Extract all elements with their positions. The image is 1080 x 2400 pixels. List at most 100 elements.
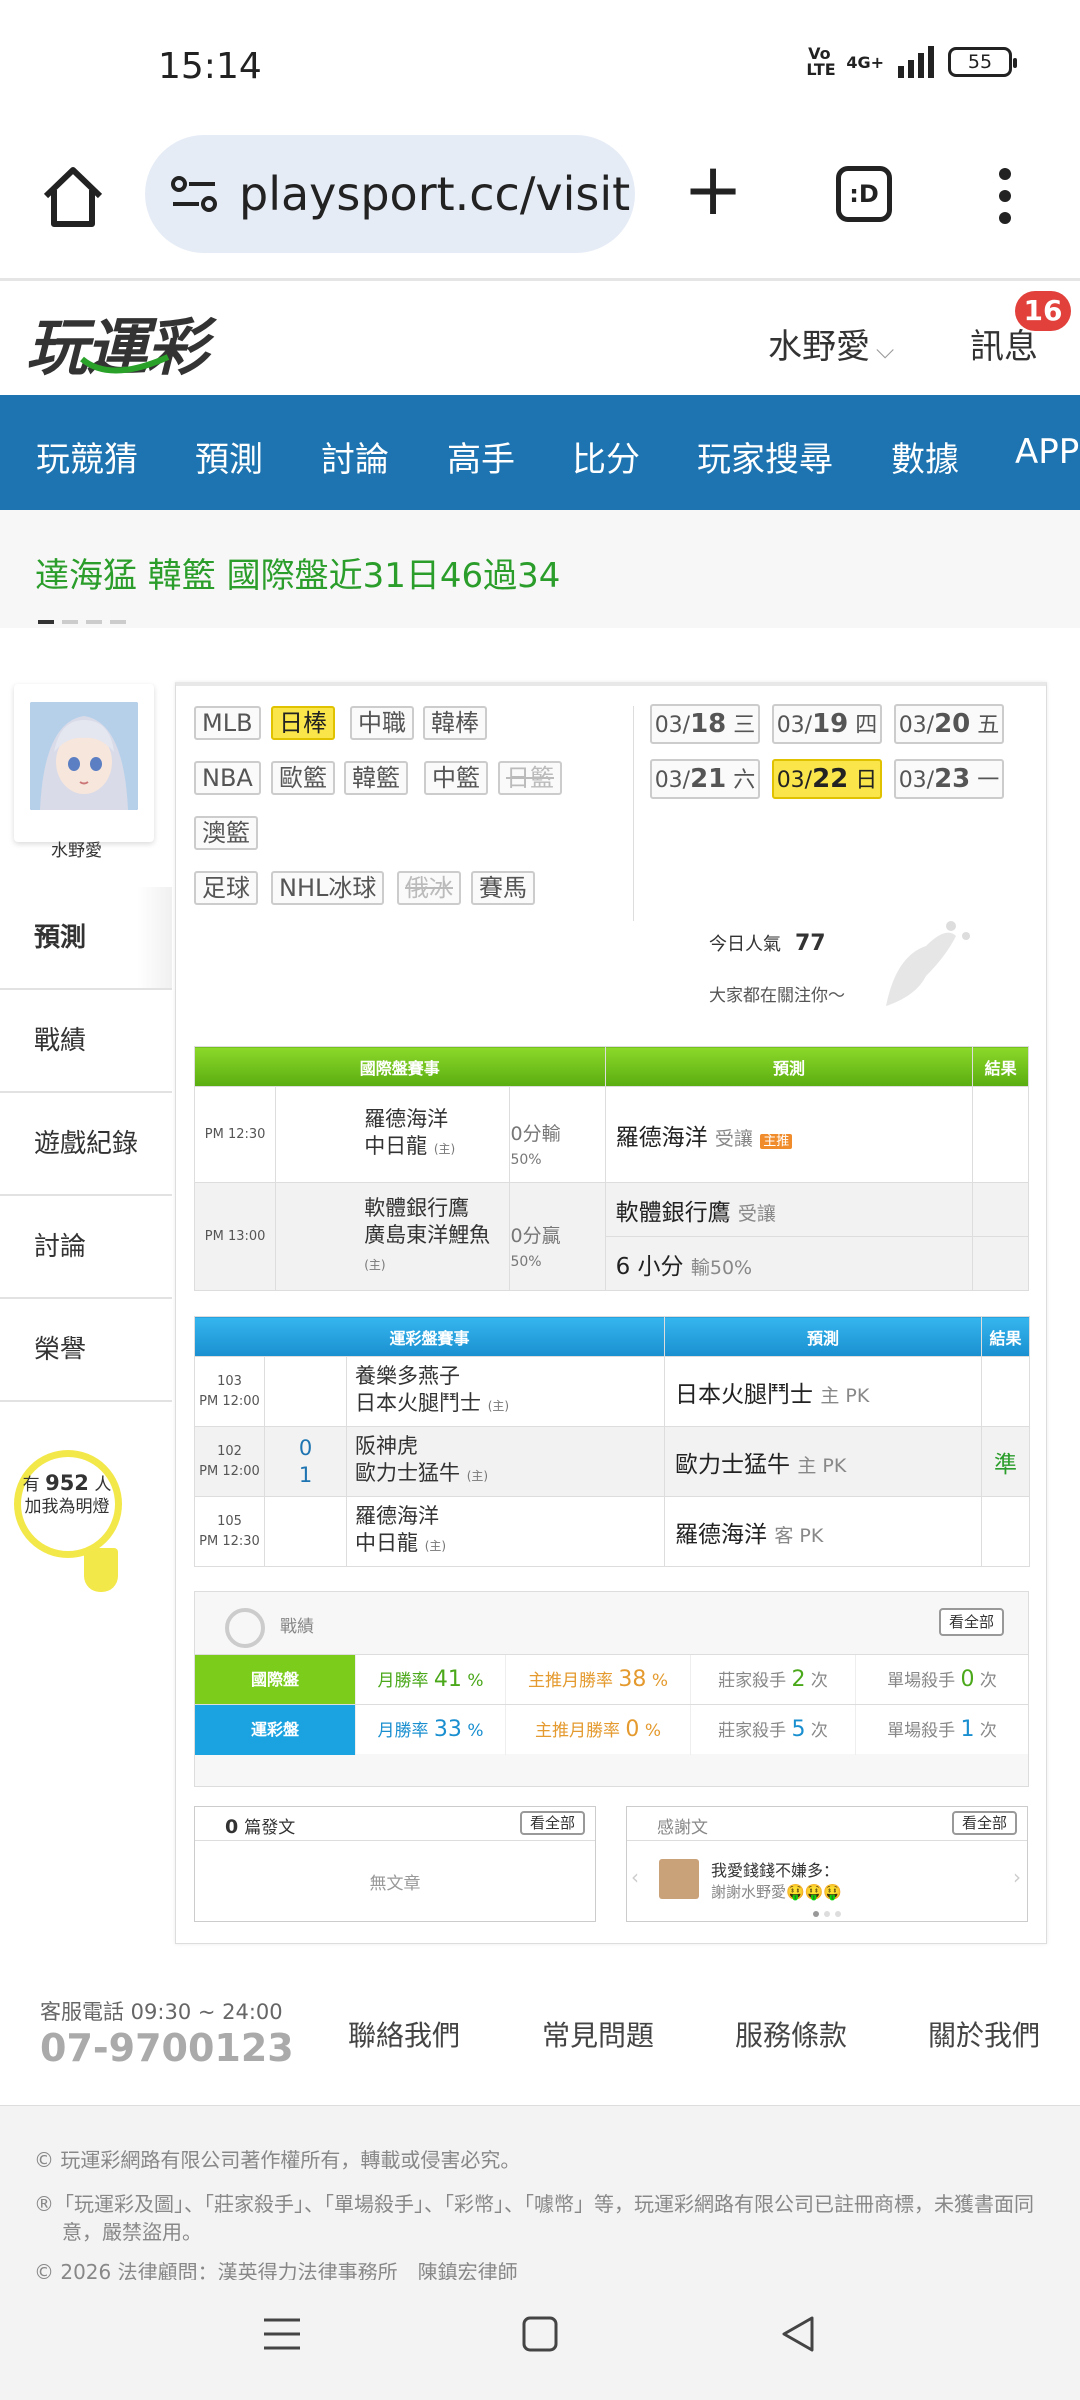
nav-item-scores[interactable]: 比分 [572, 432, 640, 481]
prediction-team: 日本火腿鬥士 [675, 1381, 814, 1408]
matchup[interactable]: 阪神虎 歐力士猛牛 (主) [345, 1426, 666, 1497]
league-tag[interactable]: 賽馬 [471, 871, 535, 905]
back-icon[interactable] [778, 2314, 818, 2354]
popularity-note: 大家都在關注你～ [709, 986, 845, 1006]
matchup[interactable]: 軟體銀行鷹 廣島東洋鯉魚 (主) [275, 1182, 511, 1291]
league-tag[interactable]: MLB [194, 706, 261, 740]
url-bar[interactable]: playsport.cc/visit [145, 135, 635, 253]
date-day: 23 [934, 764, 971, 794]
footer-link-terms[interactable]: 服務條款 [735, 2014, 847, 2054]
status-bar: 15:14 Vo LTE 4G+ 55 [0, 0, 1080, 130]
league-tag[interactable]: NHL冰球 [271, 871, 385, 905]
away-score: 0 [298, 1435, 313, 1460]
status-icons: Vo LTE 4G+ 55 [806, 46, 1017, 78]
banker-killer-label: 莊家殺手 [718, 1671, 787, 1691]
thanks-post-title[interactable]: 我愛錢錢不嫌多： [711, 1857, 839, 1881]
main-nav: 玩競猜 預測 討論 高手 比分 玩家搜尋 數據 APP [0, 395, 1080, 510]
sports-lottery-table: 運彩盤賽事 預測 結果 103 PM 12:00 養樂多燕子 日本火腿鬥士 (主) … [193, 1316, 1031, 1567]
prediction-cell: 歐力士猛牛 主 PK [664, 1426, 983, 1497]
league-tag[interactable]: NBA [194, 761, 261, 795]
recent-apps-icon[interactable] [262, 2314, 302, 2354]
system-nav-bar [0, 2280, 1080, 2400]
matchup[interactable]: 羅德海洋 中日龍 (主) [345, 1496, 666, 1567]
see-all-button[interactable]: 看全部 [938, 1608, 1004, 1636]
footer-link-contact[interactable]: 聯絡我們 [348, 2014, 460, 2054]
user-menu[interactable]: 水野愛 ⌵ [768, 319, 894, 368]
league-tag[interactable]: 足球 [194, 871, 258, 905]
footer-link-faq[interactable]: 常見問題 [542, 2014, 654, 2054]
fans-text: 有 952 人 加我為明燈 [22, 1472, 112, 1518]
sidebar-item-predict[interactable]: 預測 [0, 887, 172, 990]
league-tag[interactable]: 澳籃 [194, 816, 258, 850]
news-ticker[interactable]: 達海猛 韓籃 國際盤近31日46過34 [0, 510, 1080, 628]
ticker-text[interactable]: 達海猛 韓籃 國際盤近31日46過34 [35, 548, 560, 597]
league-tag[interactable]: 中籃 [424, 761, 488, 795]
home-team: 日本火腿鬥士 [355, 1391, 481, 1415]
site-settings-icon[interactable] [171, 174, 217, 214]
date-button-selected[interactable]: 03/22 日 [772, 759, 882, 799]
date-button[interactable]: 03/21 六 [650, 759, 760, 799]
new-tab-icon[interactable]: + [678, 153, 748, 228]
nav-item-predict[interactable]: 預測 [195, 432, 263, 481]
chevron-left-icon[interactable]: ‹ [631, 1865, 639, 1889]
follow-bulb[interactable]: 有 952 人 加我為明燈 [14, 1450, 144, 1600]
avatar-card[interactable]: 水野愛 [14, 684, 154, 861]
home-nav-icon[interactable] [520, 2314, 560, 2354]
date-month: 03/ [898, 713, 935, 738]
single-killer: 單場殺手 1 次 [855, 1705, 1028, 1755]
month-win-rate-label: 月勝率 [377, 1671, 429, 1691]
dog-avatar-icon [659, 1859, 699, 1899]
nav-item-experts[interactable]: 高手 [447, 432, 515, 481]
date-day: 18 [690, 709, 727, 739]
thanks-title: 感謝文 [657, 1818, 708, 1838]
date-month: 03/ [776, 713, 813, 738]
month-win-rate-value: 33 [433, 1717, 462, 1742]
support-phone[interactable]: 07-9700123 [40, 2026, 294, 2070]
sidebar-item-record[interactable]: 戰績 [0, 990, 172, 1093]
result-cell [972, 1182, 1029, 1237]
tab-switcher-button[interactable]: :D [836, 166, 892, 222]
sidebar-item-honor[interactable]: 榮譽 [0, 1299, 172, 1402]
nav-item-player-search[interactable]: 玩家搜尋 [697, 432, 833, 481]
banker-killer: 莊家殺手 2 次 [690, 1655, 855, 1705]
league-tag[interactable]: 歐籃 [271, 761, 335, 795]
table-header: 運彩盤賽事 [193, 1316, 666, 1357]
see-all-button[interactable]: 看全部 [951, 1811, 1017, 1835]
nav-item-app[interactable]: APP [1015, 432, 1079, 472]
chevron-right-icon[interactable]: › [1013, 1865, 1021, 1889]
league-tag[interactable]: 中職 [350, 706, 414, 740]
home-icon[interactable] [38, 162, 108, 232]
single-killer-value: 0 [960, 1667, 975, 1692]
status-time: 15:14 [158, 46, 262, 87]
away-team: 羅德海洋 [355, 1504, 439, 1528]
thanks-post-text: 謝謝水野愛🤑🤑🤑 [711, 1883, 843, 1901]
nav-item-guess[interactable]: 玩競猜 [36, 432, 138, 481]
date-button[interactable]: 03/18 三 [650, 704, 760, 744]
handicap-line: 0分輸 [510, 1122, 561, 1145]
away-team: 阪神虎 [355, 1434, 418, 1458]
matchup[interactable]: 羅德海洋 中日龍 (主) [275, 1086, 511, 1183]
banker-killer-value: 5 [791, 1717, 806, 1742]
more-menu-icon[interactable] [990, 164, 1020, 228]
footer-link-about[interactable]: 關於我們 [928, 2014, 1040, 2054]
league-tag-selected[interactable]: 日棒 [271, 706, 335, 740]
league-tag[interactable]: 韓籃 [344, 761, 408, 795]
fans-cta: 加我為明燈 [24, 1497, 110, 1517]
sidebar-item-discuss[interactable]: 討論 [0, 1196, 172, 1299]
battery-level: 55 [967, 51, 993, 73]
handicap-line: 0分贏 [510, 1224, 561, 1247]
date-button[interactable]: 03/19 四 [772, 704, 882, 744]
date-weekday: 三 [733, 713, 756, 738]
date-weekday: 五 [977, 713, 1000, 738]
nav-item-discuss[interactable]: 討論 [321, 432, 389, 481]
sidebar-item-game-log[interactable]: 遊戲紀錄 [0, 1093, 172, 1196]
date-button[interactable]: 03/23 一 [894, 759, 1004, 799]
url-text: playsport.cc/visit [239, 167, 631, 221]
see-all-button[interactable]: 看全部 [519, 1811, 585, 1835]
date-button[interactable]: 03/20 五 [894, 704, 1004, 744]
game-number: 103 [217, 1373, 242, 1389]
nav-item-data[interactable]: 數據 [891, 432, 959, 481]
home-tag: (主) [466, 1469, 489, 1483]
matchup[interactable]: 養樂多燕子 日本火腿鬥士 (主) [345, 1356, 666, 1427]
league-tag[interactable]: 韓棒 [423, 706, 487, 740]
